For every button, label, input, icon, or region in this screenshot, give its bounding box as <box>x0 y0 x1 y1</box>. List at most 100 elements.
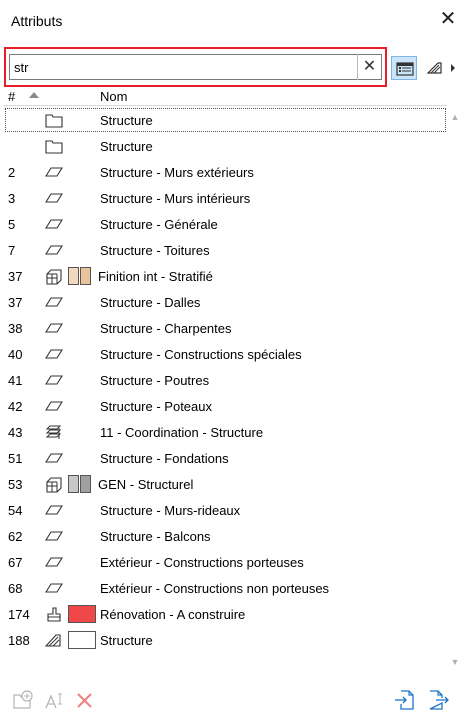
item-number: 2 <box>8 165 16 180</box>
item-name: Structure - Poutres <box>100 373 210 388</box>
item-name: GEN - Structurel <box>98 477 194 492</box>
rename-button[interactable] <box>42 687 68 713</box>
item-number: 38 <box>8 321 23 336</box>
item-name: Structure - Charpentes <box>100 321 232 336</box>
new-folder-button[interactable] <box>10 687 36 713</box>
item-name: Structure - Dalles <box>100 295 201 310</box>
list-item[interactable]: 5 Structure - Générale <box>4 211 447 237</box>
layer-icon <box>45 193 63 203</box>
list-item[interactable]: 2 Structure - Murs extérieurs <box>4 159 447 185</box>
item-number: 3 <box>8 191 16 206</box>
layer-icon <box>45 323 63 333</box>
search-input[interactable] <box>14 58 354 76</box>
sort-ascending-icon[interactable] <box>29 92 39 98</box>
attribute-type-button[interactable] <box>422 56 458 80</box>
title-bar: Attributs ✕ <box>0 0 462 40</box>
item-number: 62 <box>8 529 23 544</box>
folder-icon <box>45 114 63 128</box>
list-item[interactable]: 41 Structure - Poutres <box>4 367 447 393</box>
attribute-list: Structure Structure 2 Structure - Murs e… <box>4 107 447 675</box>
scroll-up-icon[interactable]: ▲ <box>450 112 460 122</box>
item-name: Extérieur - Constructions non porteuses <box>100 581 330 596</box>
list-item[interactable]: 51 Structure - Fondations <box>4 445 447 471</box>
color-swatch <box>68 267 79 285</box>
new-folder-icon <box>13 690 33 709</box>
layer-icon <box>45 245 63 255</box>
layer-icon <box>45 531 63 541</box>
item-name: Structure - Toitures <box>100 243 210 258</box>
window-title: Attributs <box>11 13 63 29</box>
layer-icon <box>45 349 63 359</box>
item-number: 5 <box>8 217 16 232</box>
composite-icon <box>46 269 62 285</box>
list-item[interactable]: Structure <box>4 133 447 159</box>
layer-icon <box>45 219 63 229</box>
composite-icon <box>46 477 62 493</box>
export-icon <box>429 690 449 710</box>
item-number: 42 <box>8 399 23 414</box>
item-name: Structure - Générale <box>100 217 218 232</box>
item-name: Finition int - Stratifié <box>98 269 213 284</box>
vertical-scrollbar[interactable]: ▲ ▼ <box>447 107 462 675</box>
attribute-type-icon <box>426 62 455 74</box>
rename-icon <box>45 693 62 709</box>
footer-toolbar <box>0 683 462 721</box>
close-icon[interactable]: ✕ <box>438 9 458 31</box>
color-swatch <box>68 475 79 493</box>
column-name-header[interactable]: Nom <box>100 89 127 104</box>
list-item[interactable]: 68 Extérieur - Constructions non porteus… <box>4 575 447 601</box>
item-number: 43 <box>8 425 23 440</box>
item-number: 51 <box>8 451 23 466</box>
list-item[interactable]: 40 Structure - Constructions spéciales <box>4 341 447 367</box>
item-number: 67 <box>8 555 23 570</box>
delete-button[interactable] <box>72 687 98 713</box>
list-item[interactable]: 7 Structure - Toitures <box>4 237 447 263</box>
layer-icon <box>45 453 63 463</box>
list-item[interactable]: 42 Structure - Poteaux <box>4 393 447 419</box>
item-number: 174 <box>8 607 30 622</box>
list-item[interactable]: 53 GEN - Structurel <box>4 471 447 497</box>
item-number: 37 <box>8 269 23 284</box>
search-highlight: ✕ <box>4 47 387 87</box>
list-item[interactable]: 37 Structure - Dalles <box>4 289 447 315</box>
item-number: 54 <box>8 503 23 518</box>
folder-icon <box>45 140 63 154</box>
item-name: Structure - Poteaux <box>100 399 212 414</box>
layer-icon <box>45 375 63 385</box>
list-view-button[interactable] <box>391 56 417 80</box>
layer-combination-icon <box>45 425 62 439</box>
item-name: Structure - Murs intérieurs <box>100 191 251 206</box>
clear-icon[interactable]: ✕ <box>357 54 381 80</box>
list-item[interactable]: 54 Structure - Murs-rideaux <box>4 497 447 523</box>
list-item[interactable]: 174 Rénovation - A construire <box>4 601 447 627</box>
item-number: 7 <box>8 243 16 258</box>
item-name: Structure - Fondations <box>100 451 229 466</box>
color-swatch <box>68 631 96 649</box>
item-name: Structure - Constructions spéciales <box>100 347 302 362</box>
color-swatch <box>80 475 91 493</box>
layer-icon <box>45 167 63 177</box>
list-item[interactable]: 37 Finition int - Stratifié <box>4 263 447 289</box>
list-item[interactable]: 188 Structure <box>4 627 447 653</box>
list-item[interactable]: 43 11 - Coordination - Structure <box>4 419 447 445</box>
import-button[interactable] <box>392 687 418 713</box>
item-number: 37 <box>8 295 23 310</box>
item-name: Structure - Murs extérieurs <box>100 165 254 180</box>
layer-icon <box>45 297 63 307</box>
column-number-header[interactable]: # <box>8 89 15 104</box>
export-button[interactable] <box>426 687 452 713</box>
item-name: Structure <box>100 139 153 154</box>
list-item[interactable]: 38 Structure - Charpentes <box>4 315 447 341</box>
delete-icon <box>77 693 92 708</box>
item-name: 11 - Coordination - Structure <box>100 425 264 440</box>
list-item[interactable]: 3 Structure - Murs intérieurs <box>4 185 447 211</box>
scroll-down-icon[interactable]: ▼ <box>450 657 460 667</box>
search-field[interactable]: ✕ <box>9 54 382 80</box>
renovation-filter-icon <box>47 607 61 622</box>
list-item[interactable]: 62 Structure - Balcons <box>4 523 447 549</box>
list-item[interactable]: 67 Extérieur - Constructions porteuses <box>4 549 447 575</box>
color-swatch <box>80 267 91 285</box>
layer-icon <box>45 557 63 567</box>
list-item[interactable]: Structure <box>4 107 447 133</box>
item-name: Structure - Murs-rideaux <box>100 503 241 518</box>
